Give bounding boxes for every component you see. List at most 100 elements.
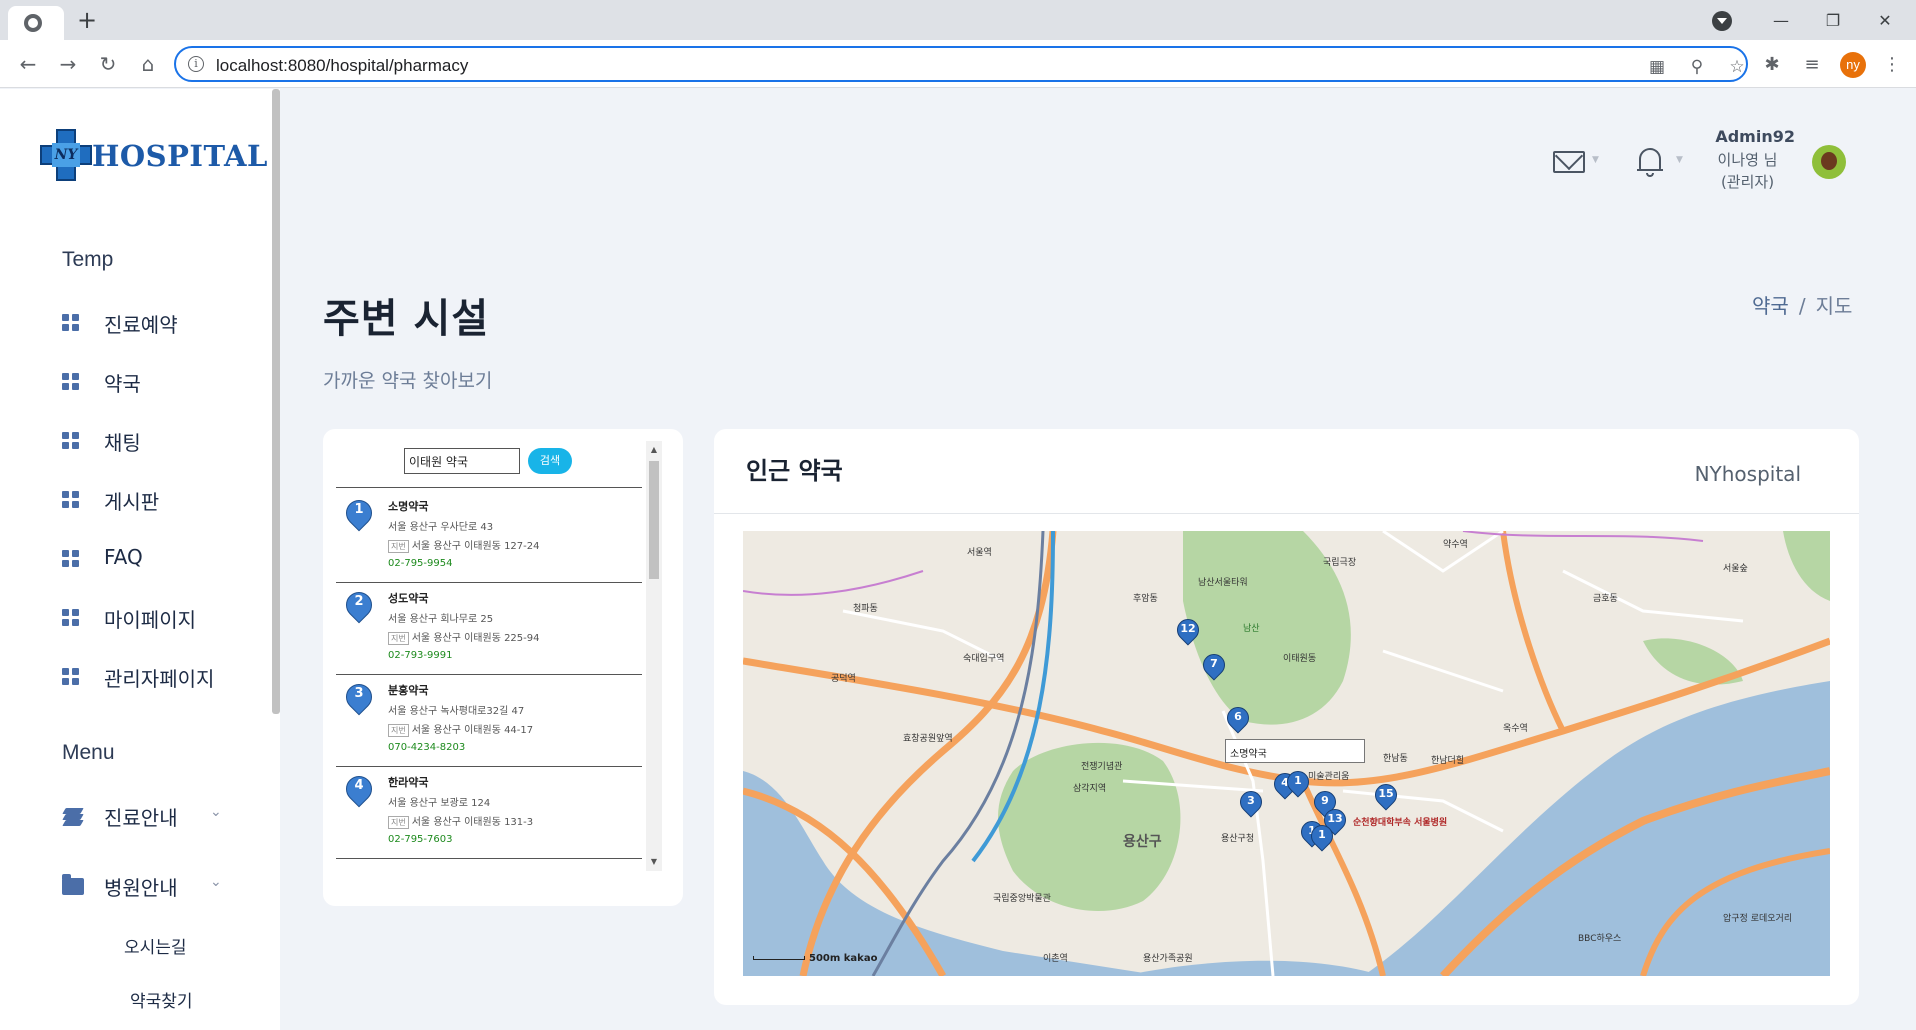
- breadcrumb-current: 지도: [1815, 294, 1853, 318]
- new-tab-button[interactable]: +: [72, 6, 102, 36]
- scroll-down-icon[interactable]: ▼: [646, 857, 662, 866]
- sidebar-item-label: 진료안내: [104, 806, 178, 830]
- list-divider: [336, 582, 642, 583]
- map-label: 약수역: [1443, 540, 1468, 550]
- menu-kebab-icon[interactable]: ⋮: [1880, 53, 1904, 77]
- user-role: (관리자): [1720, 173, 1775, 191]
- pharmacy-jibun: 지번 서울 용산구 이태원동 127-24: [388, 537, 540, 553]
- browser-tab[interactable]: [8, 6, 64, 40]
- pharmacy-name[interactable]: 소명약국: [388, 498, 428, 514]
- pharmacy-name[interactable]: 분홍약국: [388, 682, 428, 698]
- map-info-window[interactable]: 소명약국: [1225, 739, 1365, 763]
- scroll-thumb[interactable]: [649, 461, 659, 579]
- pharmacy-address: 서울 용산구 녹사평대로32길 47: [388, 706, 525, 717]
- sidebar-item-board[interactable]: 게시판: [62, 484, 262, 518]
- map-label: 공덕역: [831, 674, 856, 684]
- user-id[interactable]: Admin92: [1700, 127, 1795, 146]
- search-button[interactable]: 검색: [528, 448, 572, 474]
- bookmark-star-icon[interactable]: ☆: [1726, 56, 1748, 78]
- address-bar[interactable]: i localhost:8080/hospital/pharmacy ▦ ⚲ ☆: [174, 46, 1748, 82]
- jibun-address: 서울 용산구 이태원동 127-24: [411, 541, 540, 552]
- pharmacy-phone: 070-4234-8203: [388, 742, 466, 753]
- reload-icon[interactable]: ↻: [92, 48, 124, 80]
- marker-number: 9: [1321, 794, 1329, 807]
- extensions-icon[interactable]: ✱: [1760, 53, 1784, 77]
- pin-number: 3: [354, 686, 364, 701]
- sidebar-item-hospital-guide[interactable]: 병원안내 ⌄: [62, 870, 262, 904]
- caret-down-icon: ▼: [1592, 155, 1599, 165]
- home-icon[interactable]: ⌂: [132, 48, 164, 80]
- breadcrumb-link[interactable]: 약국: [1752, 294, 1789, 318]
- list-item[interactable]: 3 분홍약국 서울 용산구 녹사평대로32길 47 지번 서울 용산구 이태원동 …: [336, 672, 642, 764]
- marker-number: 1: [1318, 828, 1326, 841]
- marker-number: 7: [1210, 657, 1218, 670]
- sidebar-subitem-directions[interactable]: 오시는길: [124, 933, 187, 958]
- pharmacy-map[interactable]: 서울역 공덕역 삼각지역 옥수역 이촌역 숙대입구역 효창공원앞역 약수역 용산…: [743, 531, 1830, 976]
- list-item[interactable]: 1 소명약국 서울 용산구 우사단로 43 지번 서울 용산구 이태원동 127-…: [336, 488, 642, 580]
- page-subtitle: 가까운 약국 찾아보기: [323, 370, 493, 392]
- sidebar-scrollbar[interactable]: [272, 89, 280, 714]
- forward-icon[interactable]: →: [52, 48, 84, 80]
- marker-number: 3: [1247, 794, 1255, 807]
- tab-search-icon[interactable]: [1712, 11, 1732, 31]
- list-divider: [336, 674, 642, 675]
- grid-icon: [62, 550, 80, 568]
- list-item[interactable]: 2 성도약국 서울 용산구 회나무로 25 지번 서울 용산구 이태원동 225-…: [336, 580, 642, 672]
- media-icon[interactable]: ≡: [1800, 53, 1824, 77]
- folder-icon: [62, 874, 84, 895]
- zoom-icon[interactable]: ⚲: [1686, 56, 1708, 78]
- map-pin-icon: [340, 862, 378, 868]
- mail-icon[interactable]: [1553, 151, 1585, 173]
- scroll-up-icon[interactable]: ▲: [646, 445, 662, 454]
- breadcrumb-separator: /: [1798, 294, 1806, 318]
- site-info-icon[interactable]: i: [188, 56, 204, 72]
- map-label: 용산가족공원: [1143, 954, 1193, 964]
- minimize-button[interactable]: —: [1758, 6, 1804, 36]
- list-scrollbar[interactable]: ▲ ▼: [646, 441, 662, 871]
- hospital-logo[interactable]: NY HOSPITAL: [40, 129, 270, 185]
- sidebar-item-treatment-guide[interactable]: 진료안내 ⌄: [62, 800, 262, 834]
- breadcrumb: 약국 / 지도: [1752, 290, 1852, 319]
- logo-text: HOSPITAL: [92, 139, 268, 173]
- pharmacy-name[interactable]: 성도약국: [388, 590, 428, 606]
- maximize-button[interactable]: ❐: [1810, 6, 1856, 36]
- sidebar-item-admin[interactable]: 관리자페이지: [62, 661, 262, 695]
- avatar[interactable]: [1812, 145, 1846, 179]
- sidebar-item-label: 마이페이지: [104, 608, 196, 632]
- sidebar-subitem-find-pharmacy[interactable]: 약국찾기: [130, 987, 193, 1012]
- list-item[interactable]: 4 한라약국 서울 용산구 보광로 124 지번 서울 용산구 이태원동 131-…: [336, 764, 642, 856]
- sidebar-item-mypage[interactable]: 마이페이지: [62, 602, 262, 636]
- sidebar-item-label: 진료예약: [104, 313, 178, 337]
- pharmacy-phone: 02-793-9991: [388, 650, 453, 661]
- sidebar-item-pharmacy[interactable]: 약국: [62, 366, 262, 400]
- map-label: 국립중앙박물관: [993, 894, 1051, 904]
- profile-avatar[interactable]: ny: [1840, 52, 1866, 78]
- map-label: 미술관리움: [1308, 772, 1350, 782]
- url-text[interactable]: localhost:8080/hospital/pharmacy: [216, 56, 468, 76]
- chevron-down-icon[interactable]: ⌄: [210, 804, 222, 820]
- sidebar-item-chat[interactable]: 채팅: [62, 425, 262, 459]
- chevron-down-icon[interactable]: ⌄: [210, 874, 222, 890]
- back-icon[interactable]: ←: [12, 48, 44, 80]
- qr-code-icon[interactable]: ▦: [1646, 56, 1668, 78]
- map-label: 옥수역: [1503, 724, 1528, 734]
- search-input[interactable]: [404, 448, 520, 474]
- close-window-button[interactable]: ✕: [1862, 6, 1908, 36]
- marker-number: 13: [1327, 812, 1343, 825]
- pharmacy-jibun: 지번 서울 용산구 이태원동 44-17: [388, 721, 533, 737]
- bell-icon[interactable]: [1637, 146, 1663, 178]
- map-label: 용산구청: [1221, 834, 1255, 844]
- map-label: 전쟁기념관: [1081, 762, 1123, 772]
- pharmacy-name[interactable]: 한라약국: [388, 774, 428, 790]
- pharmacy-jibun: 지번 서울 용산구 이태원동 225-94: [388, 629, 540, 645]
- sidebar-item-reservation[interactable]: 진료예약: [62, 307, 262, 341]
- pin-number: 4: [354, 778, 364, 793]
- map-label: 한남동: [1383, 754, 1408, 764]
- jibun-tag: 지번: [388, 632, 409, 645]
- map-label: 이촌역: [1043, 954, 1068, 964]
- map-label: 효창공원앞역: [903, 734, 953, 744]
- sidebar-item-faq[interactable]: FAQ: [62, 543, 262, 577]
- grid-icon: [62, 314, 80, 332]
- list-divider: [336, 766, 642, 767]
- pharmacy-list: 1 소명약국 서울 용산구 우사단로 43 지번 서울 용산구 이태원동 127-…: [336, 487, 642, 868]
